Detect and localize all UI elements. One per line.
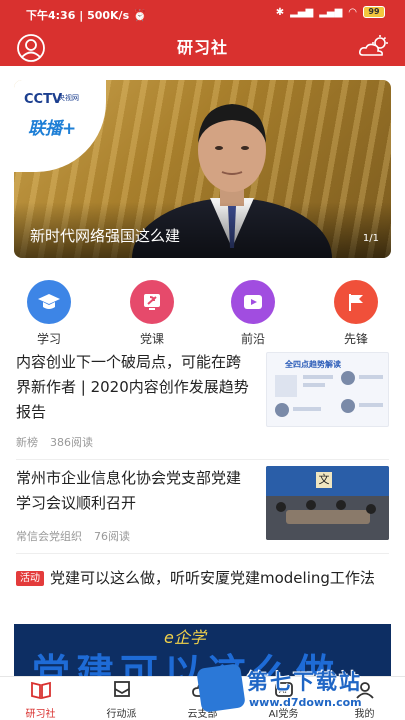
divider: [16, 553, 389, 554]
bluetooth-icon: ✱: [275, 6, 285, 18]
signal-icon-2: ▂▄▆: [319, 6, 343, 18]
status-icons: ✱ ▂▄▆ ▂▄▆ ◠ 99: [276, 6, 385, 18]
book-icon: [30, 681, 51, 700]
flag-outline-icon: [113, 681, 130, 697]
nav-tab-xingdongpai[interactable]: 行动派: [81, 680, 162, 720]
feed-item-1[interactable]: 内容创业下一个破局点，可能在跨界新作者 | 2020内容创作发展趋势报告 新榜 …: [0, 350, 405, 460]
feed-item-3[interactable]: 活动 党建可以这么做，听听安厦党建modeling工作法: [0, 566, 405, 626]
weather-button[interactable]: [357, 33, 391, 61]
app-header: 下午4:36 | 500K/s ⏰ ✱ ▂▄▆ ▂▄▆ ◠ 99 研习社: [0, 0, 405, 66]
party-lesson-icon: [130, 280, 174, 324]
nav-tab-yanxishe[interactable]: 研习社: [0, 680, 81, 720]
wifi-icon: ◠: [348, 6, 357, 18]
signal-icon: ▂▄▆: [290, 6, 314, 18]
feed-item-thumbnail: 文: [266, 466, 389, 540]
quick-entry-pioneer[interactable]: 先锋: [321, 280, 391, 347]
alarm-icon: ⏰: [132, 9, 147, 22]
feed-item-title: 常州市企业信息化协会党支部党建学习会议顺利召开: [16, 469, 242, 512]
feed-item-meta: 常信会党组织 76阅读: [16, 528, 130, 544]
play-icon: [231, 280, 275, 324]
banner-caption: 新时代网络强国这么建: [30, 227, 181, 245]
status-time: 下午4:36 | 500K/s ⏰: [26, 9, 147, 22]
battery-icon: 99: [363, 6, 385, 18]
watermark-logo: [196, 663, 246, 713]
quick-entries: 学习 党课 前沿 先锋: [0, 280, 405, 346]
feed-item-source: 常信会党组织: [16, 530, 82, 543]
flag-icon: [334, 280, 378, 324]
feed-item-source: 新榜: [16, 436, 38, 449]
site-watermark: 第七下载站 www.d7down.com: [196, 660, 399, 716]
feed-item-title: 内容创业下一个破局点，可能在跨界新作者 | 2020内容创作发展趋势报告: [16, 353, 249, 421]
feed-item-meta: 新榜 386阅读: [16, 434, 93, 450]
graduation-cap-icon: [27, 280, 71, 324]
feed-item-reads: 76阅读: [94, 530, 130, 543]
feed-item-thumbnail: 全四点趋势解读: [266, 352, 389, 427]
quick-entry-frontier[interactable]: 前沿: [218, 280, 288, 347]
status-bar: 下午4:36 | 500K/s ⏰ ✱ ▂▄▆ ▂▄▆ ◠ 99: [0, 0, 405, 28]
banner-pager: 1/1: [362, 233, 379, 244]
quick-entry-study[interactable]: 学习: [14, 280, 84, 347]
page-title: 研习社: [176, 38, 228, 57]
hero-banner[interactable]: CCTV 央视网 联播+ 新时代网络强国这么建 1/1: [14, 80, 391, 258]
feed-item-title: 活动 党建可以这么做，听听安厦党建modeling工作法: [16, 566, 389, 591]
divider: [16, 459, 389, 460]
quick-entry-party-lesson[interactable]: 党课: [117, 280, 187, 347]
cloud-sun-icon: [359, 35, 388, 56]
activity-tag: 活动: [16, 571, 44, 586]
feed-item-reads: 386阅读: [50, 436, 93, 449]
feed-item-2[interactable]: 常州市企业信息化协会党支部党建学习会议顺利召开 常信会党组织 76阅读 文: [0, 466, 405, 554]
